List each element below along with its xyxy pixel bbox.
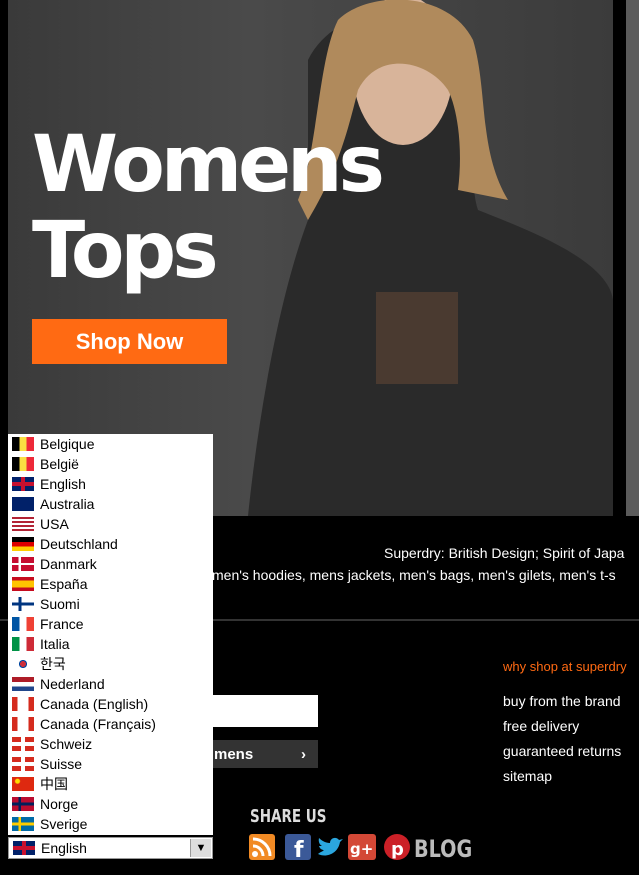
netherlands-flag-icon	[12, 677, 34, 691]
language-option[interactable]: Danmark	[8, 554, 213, 574]
newsletter-mens-button[interactable]: mens ›	[212, 740, 318, 768]
australia-flag-icon	[12, 497, 34, 511]
language-option[interactable]: Suisse	[8, 754, 213, 774]
strapline-text: Superdry: British Design; Spirit of Japa	[384, 545, 625, 561]
language-option[interactable]: 中国	[8, 774, 213, 794]
norway-flag-icon	[12, 797, 34, 811]
language-option[interactable]: 한국	[8, 654, 213, 674]
why-shop-title: why shop at superdry	[503, 659, 627, 674]
mens-button-label: mens	[214, 745, 254, 763]
language-select-value: English	[41, 840, 87, 856]
switzerland-flag-icon	[12, 757, 34, 771]
language-option[interactable]: Belgique	[8, 434, 213, 454]
france-flag-icon	[12, 617, 34, 631]
belgium-flag-icon	[12, 437, 34, 451]
why-link-returns[interactable]: guaranteed returns	[503, 743, 621, 759]
denmark-flag-icon	[12, 557, 34, 571]
chevron-down-icon[interactable]: ▼	[190, 839, 211, 857]
finland-flag-icon	[12, 597, 34, 611]
language-option[interactable]: España	[8, 574, 213, 594]
language-option[interactable]: Norge	[8, 794, 213, 814]
language-option[interactable]: Suomi	[8, 594, 213, 614]
google-plus-icon[interactable]: g+	[348, 833, 376, 861]
belgium-flag-icon	[12, 457, 34, 471]
canada-flag-icon	[12, 717, 34, 731]
seo-keywords-text: men's hoodies, mens jackets, men's bags,…	[212, 567, 616, 583]
hero-title-line2: Tops	[32, 206, 219, 296]
language-option[interactable]: Nederland	[8, 674, 213, 694]
twitter-icon[interactable]	[316, 833, 344, 861]
pinterest-icon[interactable]: p	[383, 833, 411, 861]
svg-text:f: f	[294, 838, 304, 860]
hero-title-line1: Womens	[32, 120, 385, 210]
why-link-sitemap[interactable]: sitemap	[503, 768, 552, 784]
language-select[interactable]: English ▼	[8, 837, 213, 859]
language-option[interactable]: Deutschland	[8, 534, 213, 554]
language-option[interactable]: France	[8, 614, 213, 634]
china-flag-icon	[12, 777, 34, 791]
korea-flag-icon	[12, 657, 34, 671]
newsletter-email-input[interactable]	[212, 695, 318, 727]
spain-flag-icon	[12, 577, 34, 591]
language-option[interactable]: Italia	[8, 634, 213, 654]
language-option[interactable]: USA	[8, 514, 213, 534]
language-option[interactable]: België	[8, 454, 213, 474]
facebook-icon[interactable]: f	[284, 833, 312, 861]
hero-edge	[626, 0, 639, 516]
italy-flag-icon	[12, 637, 34, 651]
usa-flag-icon	[12, 517, 34, 531]
uk-flag-icon	[12, 477, 34, 491]
language-dropdown-list[interactable]: Belgique België English Australia USA De…	[8, 434, 213, 835]
blog-link[interactable]: BLOG	[414, 835, 472, 863]
sweden-flag-icon	[12, 817, 34, 831]
hero-title: Womens Tops	[32, 120, 385, 296]
svg-text:p: p	[391, 839, 404, 860]
why-link-delivery[interactable]: free delivery	[503, 718, 579, 734]
switzerland-flag-icon	[12, 737, 34, 751]
chevron-right-icon: ›	[301, 745, 306, 763]
language-option[interactable]: English	[8, 474, 213, 494]
rss-icon[interactable]	[248, 833, 276, 861]
language-option[interactable]: Canada (Français)	[8, 714, 213, 734]
shop-now-button[interactable]: Shop Now	[32, 319, 227, 364]
language-option[interactable]: Australia	[8, 494, 213, 514]
language-option[interactable]: Schweiz	[8, 734, 213, 754]
language-option[interactable]: Canada (English)	[8, 694, 213, 714]
language-option[interactable]: Sverige	[8, 814, 213, 834]
svg-text:g+: g+	[350, 840, 373, 858]
germany-flag-icon	[12, 537, 34, 551]
why-link-brand[interactable]: buy from the brand	[503, 693, 621, 709]
canada-flag-icon	[12, 697, 34, 711]
share-us-title: SHARE US	[250, 806, 327, 827]
uk-flag-icon	[13, 841, 35, 855]
